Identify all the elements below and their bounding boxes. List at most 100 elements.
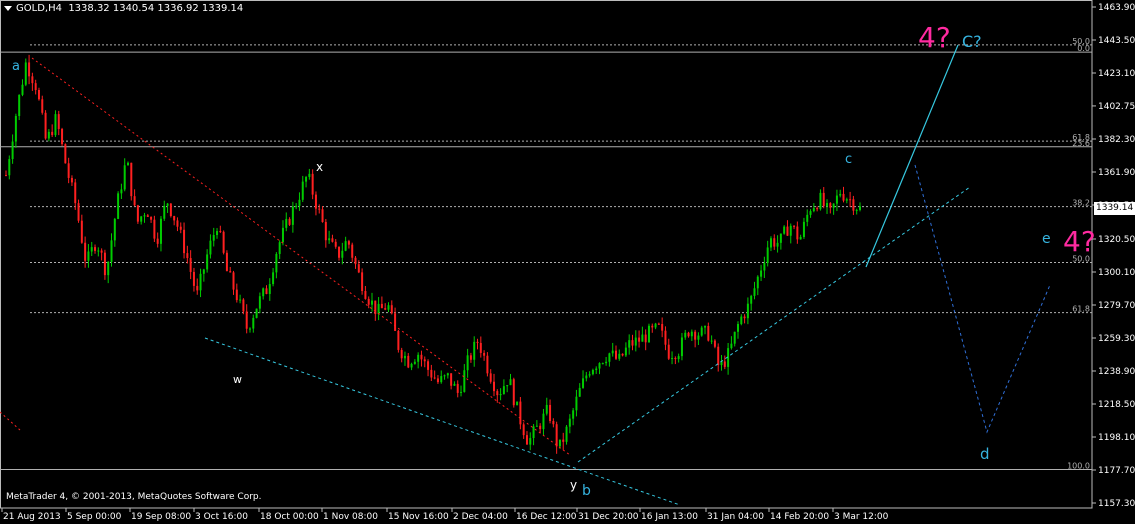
candle-body [37,90,40,100]
candle-body [453,383,456,386]
candle-body [44,112,47,139]
candle-body [90,247,93,252]
candle-body [605,361,608,364]
candle-body [489,373,492,382]
candle-body [314,194,317,209]
candle-body [295,205,298,207]
candle-body [338,246,341,258]
projection-line-c [865,44,959,268]
candle-body [11,141,14,160]
candle-body [318,208,321,210]
candle-body [582,378,585,388]
candle-body [427,361,430,370]
candle-body [539,425,542,430]
wave-label: c [845,152,852,167]
candle-body [687,332,690,337]
symbol-name: GOLD,H4 [16,3,62,14]
candle-body [525,435,528,445]
candle-body [535,425,538,427]
candle-body [110,240,113,262]
candle-body [127,162,129,166]
candle-body [443,375,446,377]
candle-body [301,181,304,200]
candle-body [400,349,403,359]
candle-body [192,271,195,286]
candle-body [493,381,495,392]
candle-body [832,203,835,208]
y-tick-label: 1218.50 [1098,400,1135,410]
candle-body [54,114,57,136]
candle-body [84,242,87,261]
candle-body [684,332,687,338]
candle-body [654,323,657,328]
candle-body [769,238,772,248]
candle-body [245,311,248,329]
y-tick-label: 1423.10 [1098,69,1135,79]
candle-body [202,269,205,274]
candle-body [522,424,525,436]
wave-label: a [12,59,20,74]
candle-body [183,229,186,254]
y-tick-label: 1382.30 [1098,135,1135,145]
candle-body [403,355,406,359]
candle-body [572,410,575,419]
x-tick-label: 16 Jan 13:00 [641,512,698,522]
x-tick-label: 14 Feb 20:00 [770,512,829,522]
candle-body [173,216,176,221]
candle-body [219,231,222,233]
candle-body [483,352,486,356]
candle-body [374,300,377,315]
candle-body [750,295,753,304]
candle-body [229,271,232,273]
candle-body [697,335,700,340]
candle-body [680,337,683,357]
red-dotted-line-left [0,411,21,431]
wave-label: 4? [918,21,951,54]
candle-body [855,209,858,211]
candle-body [651,325,654,328]
candle-body [647,325,650,343]
candle-body [802,221,805,237]
candle-body [502,386,505,394]
uptrend-line [577,186,971,463]
candle-body [380,303,383,309]
candle-body [288,218,291,225]
candle-body [713,340,716,347]
candle-body [763,263,766,271]
candle-body [153,219,156,239]
candle-body [588,374,591,376]
y-tick-label: 1238.90 [1098,367,1135,377]
candle-body [644,334,647,343]
candle-body [519,401,522,425]
fib-level-label: 61.8 [1072,305,1090,314]
candle-body [47,131,50,139]
dropdown-triangle-icon[interactable] [4,5,12,11]
candle-body [700,327,703,336]
candle-body [281,227,284,243]
y-tick-label: 1279.70 [1098,301,1135,311]
candle-body [496,391,499,396]
symbol-header: GOLD,H4 1338.32 1340.54 1336.92 1339.14 [4,3,243,14]
candle-body [608,353,611,362]
candle-body [179,226,182,230]
candle-body [552,420,555,425]
projection-path-d-e [914,164,1051,434]
candle-body [591,370,594,375]
candle-body [436,378,439,383]
x-tick-label: 1 Nov 08:00 [323,512,378,522]
candle-body [258,296,261,309]
candle-body [136,205,139,222]
candle-body [634,337,637,346]
candle-body [107,261,110,276]
candle-body [189,258,192,272]
plot-border [0,0,1093,509]
candle-body [773,238,776,247]
x-tick-label: 2 Dec 04:00 [453,512,508,522]
candle-body [746,303,749,319]
candle-body [707,325,710,341]
price-chart[interactable]: 1463.90 1443.50 1423.10 1402.75 1382.30 1361.… [0,0,1135,524]
metatrader-chart-window[interactable]: 1463.90 1443.50 1423.10 1402.75 1382.30 1361.… [0,0,1135,524]
candle-body [852,199,855,211]
candle-body [859,206,861,210]
x-tick-label: 3 Mar 12:00 [834,512,889,522]
